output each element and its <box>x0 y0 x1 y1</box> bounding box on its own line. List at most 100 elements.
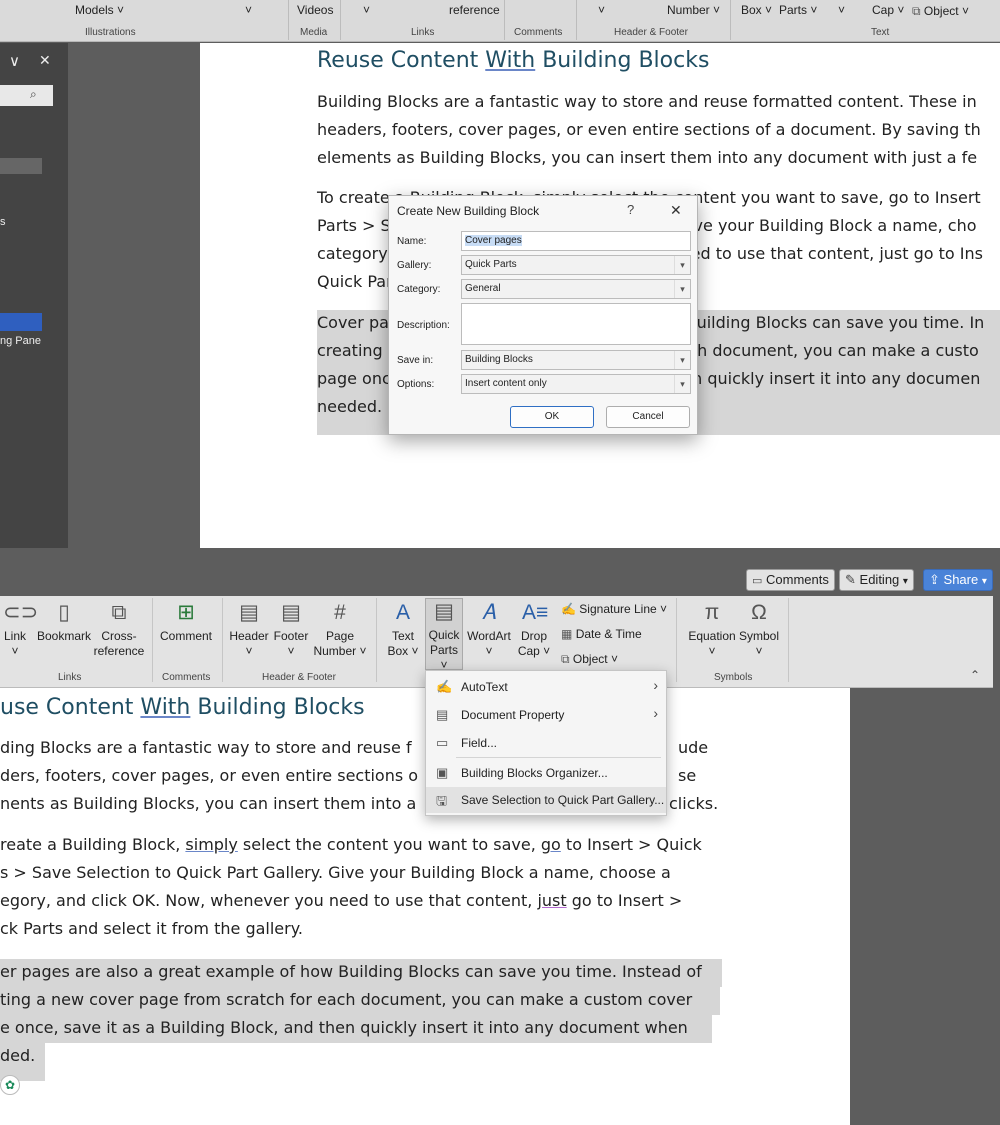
nav-item-label: s <box>0 216 6 228</box>
chevron-down-icon[interactable]: ∨ <box>9 52 20 70</box>
comments-button[interactable]: ▭ Comments <box>746 569 835 591</box>
collapse-ribbon-icon[interactable]: ⌃ <box>970 668 980 682</box>
group-comments: Comments <box>514 27 563 38</box>
page-number-icon: # <box>334 601 346 624</box>
videos-button[interactable]: Videos <box>297 3 333 17</box>
object-button[interactable]: ⧉ Object ˅ <box>912 4 969 19</box>
footer-button[interactable]: ▤ Footer ˅ <box>270 600 312 659</box>
omega-icon: Ω <box>751 601 767 624</box>
quick-parts-menu: ✍ AutoText › ▤ Document Property › ▭ Field...… <box>425 670 667 816</box>
group-links: Links <box>58 672 82 683</box>
nav-item[interactable] <box>0 158 42 174</box>
header-icon: ▤ <box>239 601 259 624</box>
cross-reference-icon: ⧉ <box>111 601 127 624</box>
menu-item-field[interactable]: ▭ Field... <box>426 730 666 756</box>
group-media: Media <box>300 27 328 38</box>
paragraph-3-selected: er pages are also a great example of how… <box>0 962 702 1065</box>
save-in-select[interactable]: Building Blocks ▾ <box>461 350 691 370</box>
signature-icon: ✍ <box>561 602 576 616</box>
description-field[interactable] <box>461 303 691 345</box>
text-box-button[interactable]: Box ˅ <box>741 3 772 17</box>
dialog-title: Create New Building Block <box>397 204 540 218</box>
models-button[interactable]: Models ˅ <box>75 3 124 17</box>
text-box-button[interactable]: A Text Box ˅ <box>383 600 423 659</box>
pi-icon: π <box>704 601 720 624</box>
link-button[interactable]: ⊂⊃ Link ˅ <box>0 600 39 659</box>
group-header-footer: Header & Footer <box>614 27 688 38</box>
quick-parts-button[interactable]: Parts ˅ <box>779 3 817 17</box>
bookmark-button[interactable]: ▯ Bookmark <box>36 600 92 644</box>
drop-cap-button[interactable]: Cap ˅ <box>872 3 904 17</box>
menu-item-autotext[interactable]: ✍ AutoText › <box>426 674 666 700</box>
drop-cap-button[interactable]: A≡ Drop Cap ˅ <box>514 600 554 659</box>
editing-button[interactable]: ✎ Editing ▾ <box>839 569 914 591</box>
comment-icon: ▭ <box>752 575 763 587</box>
page-number-button[interactable]: Number ˅ <box>667 3 720 17</box>
group-comments: Comments <box>162 672 211 683</box>
menu-item-building-blocks-organizer[interactable]: ▣ Building Blocks Organizer... <box>426 760 666 786</box>
nav-pane-label: ng Pane <box>0 335 41 347</box>
group-illustrations: Illustrations <box>85 27 136 38</box>
group-links: Links <box>411 27 435 38</box>
ok-button[interactable]: OK <box>510 406 594 428</box>
document-heading: use Content With Building Blocks <box>0 695 365 720</box>
chevron-right-icon: › <box>653 677 658 693</box>
share-button[interactable]: ⇪ Share ▾ <box>923 569 993 591</box>
chevron-right-icon: › <box>653 705 658 721</box>
paragraph-1: ding Blocks are a fantastic way to store… <box>0 738 419 813</box>
symbol-button[interactable]: Ω Symbol ˅ <box>737 600 781 659</box>
cross-reference-button[interactable]: reference <box>449 3 500 17</box>
close-icon[interactable]: ✕ <box>39 52 51 69</box>
object-icon: ⧉ <box>912 4 921 18</box>
options-select[interactable]: Insert content only ▾ <box>461 374 691 394</box>
date-time-button[interactable]: ▦ Date & Time <box>561 627 642 641</box>
chevron-down-icon[interactable]: ˅ <box>598 3 605 17</box>
cross-reference-button[interactable]: ⧉ Cross-reference <box>92 600 146 659</box>
wordart-button[interactable]: 𝐴 WordArt ˅ <box>466 600 512 659</box>
save-in-label: Save in: <box>397 355 434 366</box>
chevron-down-icon[interactable]: ˅ <box>245 3 252 17</box>
options-label: Options: <box>397 379 435 390</box>
organizer-icon: ▣ <box>436 765 449 780</box>
name-field[interactable]: Cover pages <box>461 231 691 251</box>
quick-parts-button[interactable]: ▤ Quick Parts ˅ <box>425 598 463 672</box>
pencil-icon: ✎ <box>845 572 856 587</box>
chevron-down-icon[interactable]: ˅ <box>838 3 845 17</box>
object-button[interactable]: ⧉ Object ˅ <box>561 652 618 667</box>
chevron-down-icon: ▾ <box>674 256 690 274</box>
chevron-down-icon[interactable]: ˅ <box>363 3 370 17</box>
quick-parts-icon: ▤ <box>434 600 454 623</box>
cancel-button[interactable]: Cancel <box>606 406 690 428</box>
name-label: Name: <box>397 236 427 247</box>
header-button[interactable]: ▤ Header ˅ <box>227 600 271 659</box>
navigation-pane: ∨ ✕ ⌕ s ng Pane <box>0 43 68 548</box>
paragraph-1-right: ude se clicks. <box>669 738 719 813</box>
category-select[interactable]: General ▾ <box>461 279 691 299</box>
menu-item-save-selection[interactable]: 🖫 Save Selection to Quick Part Gallery... <box>426 787 666 813</box>
editor-icon[interactable]: ✿ <box>0 1075 20 1095</box>
footer-icon: ▤ <box>281 601 301 624</box>
field-icon: ▭ <box>436 735 449 750</box>
chevron-down-icon: ▾ <box>674 351 690 369</box>
equation-button[interactable]: π Equation ˅ <box>687 600 737 659</box>
help-button[interactable]: ? <box>627 202 634 217</box>
signature-line-button[interactable]: ✍ Signature Line ˅ <box>561 602 667 616</box>
new-comment-icon: ⊞ <box>177 601 195 624</box>
bookmark-icon: ▯ <box>58 601 70 624</box>
gallery-select[interactable]: Quick Parts ▾ <box>461 255 691 275</box>
canvas-gutter <box>850 688 1000 1125</box>
comment-button[interactable]: ⊞ Comment <box>156 600 216 644</box>
group-header-footer: Header & Footer <box>262 672 336 683</box>
calendar-icon: ▦ <box>561 627 573 641</box>
close-icon[interactable]: ✕ <box>670 202 682 219</box>
menu-item-document-property[interactable]: ▤ Document Property › <box>426 702 666 728</box>
page-number-button[interactable]: # Page Number ˅ <box>312 600 368 659</box>
paragraph-1: Building Blocks are a fantastic way to s… <box>317 92 981 167</box>
description-label: Description: <box>397 320 450 331</box>
create-building-block-dialog: Create New Building Block ? ✕ Name: Cove… <box>388 195 698 435</box>
share-icon: ⇪ <box>929 572 940 587</box>
group-text: Text <box>871 27 890 38</box>
link-icon: ⊂⊃ <box>3 601 39 624</box>
nav-item-selected[interactable] <box>0 313 42 331</box>
search-input[interactable]: ⌕ <box>0 85 53 106</box>
